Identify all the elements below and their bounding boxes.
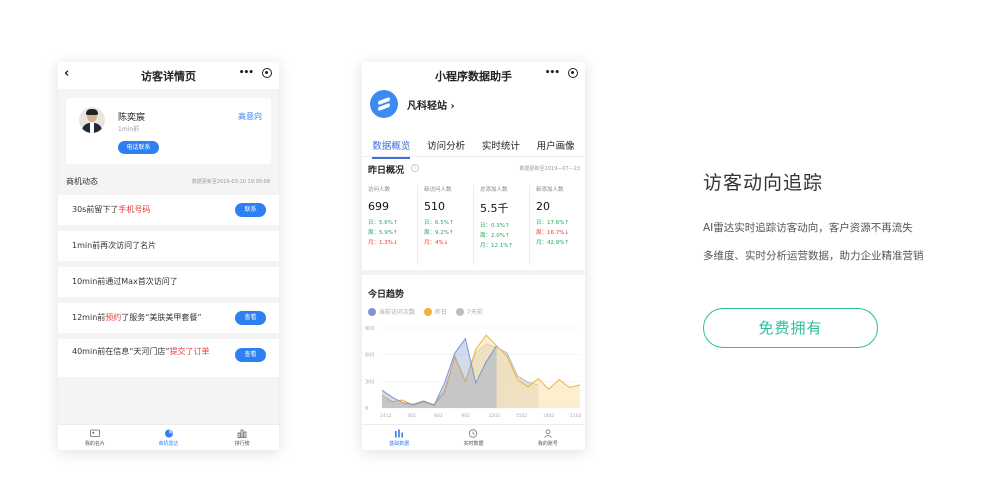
legend-yesterday[interactable]: 昨日 — [424, 307, 447, 316]
activity-item[interactable]: 1min前再次访问了名片 — [58, 231, 279, 261]
x-tick-label: 2412 — [380, 413, 392, 419]
radar-icon — [164, 429, 173, 438]
y-tick-label: 0 — [365, 406, 368, 412]
page-title: 小程序数据助手 — [435, 69, 512, 83]
activity-item[interactable]: 40min前在信息“天河门店”提交了订单 查看 — [58, 339, 279, 377]
x-tick-label: 602 — [434, 413, 443, 419]
x-tick-label: 1502 — [516, 413, 528, 419]
section-title: 商机动态 — [66, 177, 98, 186]
yesterday-title: 昨日概况 — [368, 166, 405, 176]
activity-item[interactable]: 30s前留下了手机号码 联系 — [58, 195, 279, 225]
activity-item[interactable]: 10min前通过Max首次访问了 — [58, 267, 279, 297]
back-icon[interactable]: ‹ — [64, 66, 69, 81]
site-name[interactable]: 凡科轻站 › — [407, 97, 455, 112]
navbar: 小程序数据助手 ••• — [362, 62, 585, 89]
tab-my-account[interactable]: 我的账号 — [511, 425, 585, 450]
info-icon[interactable]: i — [411, 164, 419, 172]
user-icon — [544, 429, 552, 438]
feature-title: 访客动向追踪 — [703, 172, 824, 194]
divider — [362, 156, 585, 157]
y-tick-label: 300 — [365, 379, 375, 385]
section-date: 数据更新至2019-03-10 19:00:08 — [191, 179, 270, 185]
clock-icon — [469, 429, 478, 438]
feature-desc-2: 多维度、实时分析运营数据，助力企业精准营销 — [703, 250, 924, 262]
analysis-tabs: 数据概览 访问分析 实时统计 用户画像 — [362, 138, 585, 159]
x-tick-label: 1202 — [489, 413, 501, 419]
site-logo-icon — [370, 90, 398, 118]
capsule-menu[interactable]: ••• — [545, 68, 578, 78]
close-target-icon[interactable] — [262, 68, 272, 78]
free-own-button[interactable]: 免费拥有 — [703, 308, 878, 348]
tab-bar: 我的名片 商机雷达 排行榜 — [58, 424, 279, 450]
legend-week-ago[interactable]: 7天前 — [456, 307, 483, 316]
tab-realtime[interactable]: 实时统计 — [482, 138, 520, 156]
more-icon[interactable]: ••• — [239, 68, 254, 78]
tab-basic-data[interactable]: 基础数据 — [362, 425, 436, 450]
stat-new-added: 新添加人数 20 日：17.6%↑ 周：16.7%↓ 月：42.9%↑ — [536, 187, 570, 246]
view-button[interactable]: 查看 — [235, 348, 266, 362]
bar-chart-icon — [395, 429, 404, 438]
legend-today[interactable]: 当前访问次数 — [368, 307, 415, 316]
stats-row: 访问人数 699 日：5.6%↑ 周：5.9%↑ 月：1.3%↓ 新访问人数 510… — [362, 185, 585, 265]
page-title: 访客详情页 — [141, 69, 196, 83]
stat-total-added: 总添加人数 5.5千 日：0.3%↑ 周：2.0%↑ 月：12.1%↑ — [474, 185, 530, 265]
stat-visitors: 访问人数 699 日：5.6%↑ 周：5.9%↑ 月：1.3%↓ — [362, 185, 418, 265]
yesterday-date: 数据更新至2019—07—23 — [519, 166, 580, 172]
tab-overview[interactable]: 数据概览 — [372, 138, 411, 159]
data-assistant-phone: 小程序数据助手 ••• 凡科轻站 › 数据概览 访问分析 实时统计 用户画像 昨… — [362, 62, 585, 450]
x-tick-label: 902 — [461, 413, 470, 419]
trend-chart: 900 600 300 0 2412 302 602 902 1202 1502 1802 2102 — [365, 326, 582, 419]
x-tick-label: 2102 — [570, 413, 582, 419]
stat-new-visitors: 新访问人数 510 日：6.5%↑ 周：9.2%↑ 月：4%↓ — [418, 185, 474, 265]
tab-user-profile[interactable]: 用户画像 — [537, 138, 575, 156]
more-icon[interactable]: ••• — [545, 68, 560, 78]
visitor-name: 陈奕宸 — [118, 113, 146, 123]
navbar: ‹ 访客详情页 ••• — [58, 62, 279, 89]
contact-button[interactable]: 联系 — [235, 203, 266, 217]
profile-card: 陈奕宸 1min前 高意向 电话联系 — [66, 98, 271, 164]
tab-visit-analysis[interactable]: 访问分析 — [427, 138, 465, 156]
tab-ranking[interactable]: 排行榜 — [205, 425, 279, 450]
card-icon — [89, 429, 100, 437]
y-tick-label: 900 — [365, 326, 375, 332]
section-separator — [362, 270, 585, 275]
trend-title: 今日趋势 — [368, 290, 405, 300]
ranking-icon — [237, 429, 247, 438]
view-button[interactable]: 查看 — [235, 311, 266, 325]
close-target-icon[interactable] — [568, 68, 578, 78]
intent-link[interactable]: 高意向 — [238, 111, 262, 122]
activity-item[interactable]: 12min前预约了服务“美肤美甲套餐” 查看 — [58, 303, 279, 333]
chart-legend: 当前访问次数 昨日 7天前 — [368, 307, 483, 316]
capsule-menu[interactable]: ••• — [239, 68, 272, 78]
x-tick-label: 302 — [407, 413, 416, 419]
visitor-detail-phone: ‹ 访客详情页 ••• 陈奕宸 1min前 高意向 电话联系 商机动态 数据更新… — [58, 62, 279, 450]
call-button[interactable]: 电话联系 — [118, 141, 159, 154]
y-tick-label: 600 — [365, 353, 375, 359]
feature-desc-1: AI雷达实时追踪访客动向，客户资源不再流失 — [703, 222, 913, 234]
tab-my-card[interactable]: 我的名片 — [58, 425, 132, 450]
tab-radar[interactable]: 商机雷达 — [132, 425, 206, 450]
visit-time: 1min前 — [118, 126, 140, 133]
tab-bar: 基础数据 实时数据 我的账号 — [362, 424, 585, 450]
avatar — [79, 107, 105, 133]
x-tick-label: 1802 — [543, 413, 555, 419]
tab-realtime-data[interactable]: 实时数据 — [436, 425, 510, 450]
